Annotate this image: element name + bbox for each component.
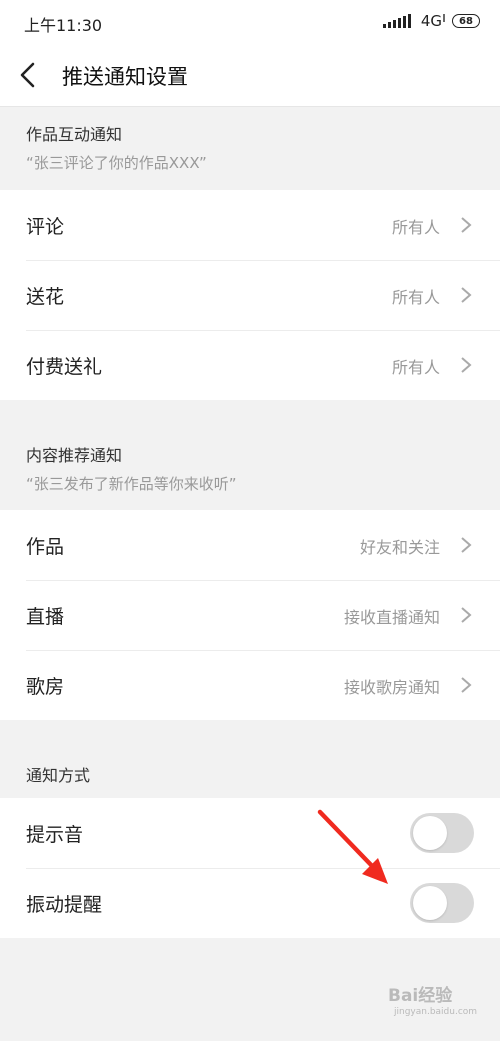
row-vibration: 振动提醒 bbox=[0, 868, 500, 938]
row-value: 接收直播通知 bbox=[343, 608, 440, 627]
toggle-knob bbox=[413, 816, 447, 850]
section-description: “张三发布了新作品等你来收听” bbox=[26, 475, 237, 493]
row-label: 振动提醒 bbox=[26, 894, 103, 916]
back-arrow-icon[interactable] bbox=[14, 58, 44, 92]
section-header-notification-method: 通知方式 bbox=[0, 720, 500, 798]
row-value: 好友和关注 bbox=[359, 538, 440, 557]
row-value: 所有人 bbox=[391, 288, 440, 307]
row-value: 接收歌房通知 bbox=[343, 678, 440, 697]
row-value: 所有人 bbox=[391, 358, 440, 377]
toggle-knob bbox=[413, 886, 447, 920]
row-paid-gift[interactable]: 付费送礼 所有人 bbox=[0, 330, 500, 400]
chevron-right-icon bbox=[461, 217, 472, 233]
watermark-text: Bai经验 bbox=[388, 986, 453, 1006]
navigation-bar: 推送通知设置 bbox=[0, 44, 500, 107]
row-label: 付费送礼 bbox=[26, 356, 103, 378]
row-comment[interactable]: 评论 所有人 bbox=[0, 190, 500, 260]
chevron-right-icon bbox=[461, 287, 472, 303]
network-label: 4G‖ bbox=[420, 12, 446, 30]
battery-icon: 68 bbox=[452, 14, 480, 28]
row-label: 提示音 bbox=[26, 824, 84, 846]
watermark-subtext: jingyan.baidu.com bbox=[394, 1007, 478, 1017]
vibration-toggle[interactable] bbox=[410, 883, 474, 923]
chevron-right-icon bbox=[461, 607, 472, 623]
row-live[interactable]: 直播 接收直播通知 bbox=[0, 580, 500, 650]
notification-method-group: 提示音 振动提醒 bbox=[0, 798, 500, 938]
row-label: 送花 bbox=[26, 286, 65, 308]
row-label: 歌房 bbox=[26, 676, 65, 698]
section-header-interaction: 作品互动通知 “张三评论了你的作品XXX” bbox=[0, 107, 500, 190]
section-title: 作品互动通知 bbox=[26, 125, 123, 144]
interaction-settings-group: 评论 所有人 送花 所有人 付费送礼 所有人 bbox=[0, 190, 500, 400]
sound-toggle[interactable] bbox=[410, 813, 474, 853]
section-title: 通知方式 bbox=[26, 766, 91, 785]
status-indicators: 4G‖ 68 bbox=[382, 12, 480, 30]
page-title: 推送通知设置 bbox=[62, 65, 188, 89]
row-value: 所有人 bbox=[391, 218, 440, 237]
chevron-right-icon bbox=[461, 537, 472, 553]
status-bar: 上午11:30 4G‖ 68 bbox=[0, 0, 500, 44]
section-title: 内容推荐通知 bbox=[26, 446, 123, 465]
section-header-recommendation: 内容推荐通知 “张三发布了新作品等你来收听” bbox=[0, 400, 500, 510]
signal-icon bbox=[382, 14, 411, 28]
status-time: 上午11:30 bbox=[24, 16, 103, 35]
red-arrow-annotation-icon bbox=[317, 809, 388, 884]
row-flower[interactable]: 送花 所有人 bbox=[0, 260, 500, 330]
row-label: 直播 bbox=[26, 606, 65, 628]
chevron-right-icon bbox=[461, 357, 472, 373]
row-sound: 提示音 bbox=[0, 798, 500, 868]
watermark-logo: Bai经验 jingyan.baidu.com bbox=[388, 981, 478, 1025]
chevron-right-icon bbox=[461, 677, 472, 693]
recommendation-settings-group: 作品 好友和关注 直播 接收直播通知 歌房 接收歌房通知 bbox=[0, 510, 500, 720]
section-description: “张三评论了你的作品XXX” bbox=[26, 154, 207, 172]
row-label: 评论 bbox=[26, 216, 65, 238]
row-label: 作品 bbox=[26, 536, 65, 558]
row-works[interactable]: 作品 好友和关注 bbox=[0, 510, 500, 580]
row-karaoke-room[interactable]: 歌房 接收歌房通知 bbox=[0, 650, 500, 720]
